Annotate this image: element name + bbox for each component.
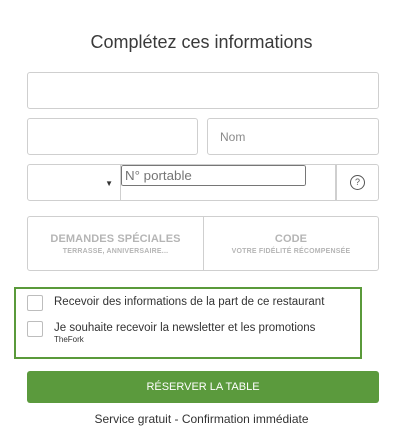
newsletter-text: Je souhaite recevoir la newsletter et le… [54, 322, 316, 334]
firstname-input[interactable] [28, 119, 197, 154]
newsletter-checkbox[interactable] [27, 321, 43, 337]
country-code-select[interactable]: ▼ [27, 164, 121, 201]
special-requests-button[interactable]: DEMANDES SPÉCIALES TERRASSE, ANNIVERSAIR… [27, 216, 204, 271]
form-title: Complétez ces informations [90, 32, 313, 52]
footer-note: Service gratuit - Confirmation immédiate [94, 412, 309, 426]
restaurant-info-checkbox[interactable] [27, 295, 43, 311]
phone-input[interactable] [121, 165, 306, 186]
loyalty-code-button[interactable]: CODE VOTRE FIDÉLITÉ RÉCOMPENSÉE [203, 216, 379, 271]
restaurant-info-text: Recevoir des informations de la part de … [54, 296, 325, 308]
email-input[interactable] [28, 73, 378, 108]
special-requests-label: DEMANDES SPÉCIALES [50, 233, 181, 245]
loyalty-code-sublabel: VOTRE FIDÉLITÉ RÉCOMPENSÉE [231, 248, 351, 255]
phone-field[interactable] [121, 164, 336, 201]
reserve-table-button[interactable]: RÉSERVER LA TABLE [27, 371, 379, 403]
consent-row-restaurant[interactable]: Recevoir des informations de la part de … [27, 295, 324, 311]
lastname-input[interactable] [208, 119, 378, 154]
lastname-field[interactable] [207, 118, 379, 155]
consent-row-newsletter[interactable]: Je souhaite recevoir la newsletter et le… [27, 321, 315, 345]
newsletter-brand: TheFork [54, 335, 84, 344]
newsletter-label: Je souhaite recevoir la newsletter et le… [54, 321, 315, 345]
question-mark-icon: ? [350, 175, 365, 190]
phone-help-button[interactable]: ? [336, 164, 379, 201]
loyalty-code-label: CODE [274, 233, 308, 245]
firstname-field[interactable] [27, 118, 198, 155]
email-field[interactable] [27, 72, 379, 109]
restaurant-info-label: Recevoir des informations de la part de … [54, 295, 324, 309]
chevron-down-icon: ▼ [105, 179, 113, 188]
special-requests-sublabel: TERRASSE, ANNIVERSAIRE... [62, 248, 169, 255]
consent-panel: Recevoir des informations de la part de … [14, 287, 362, 359]
